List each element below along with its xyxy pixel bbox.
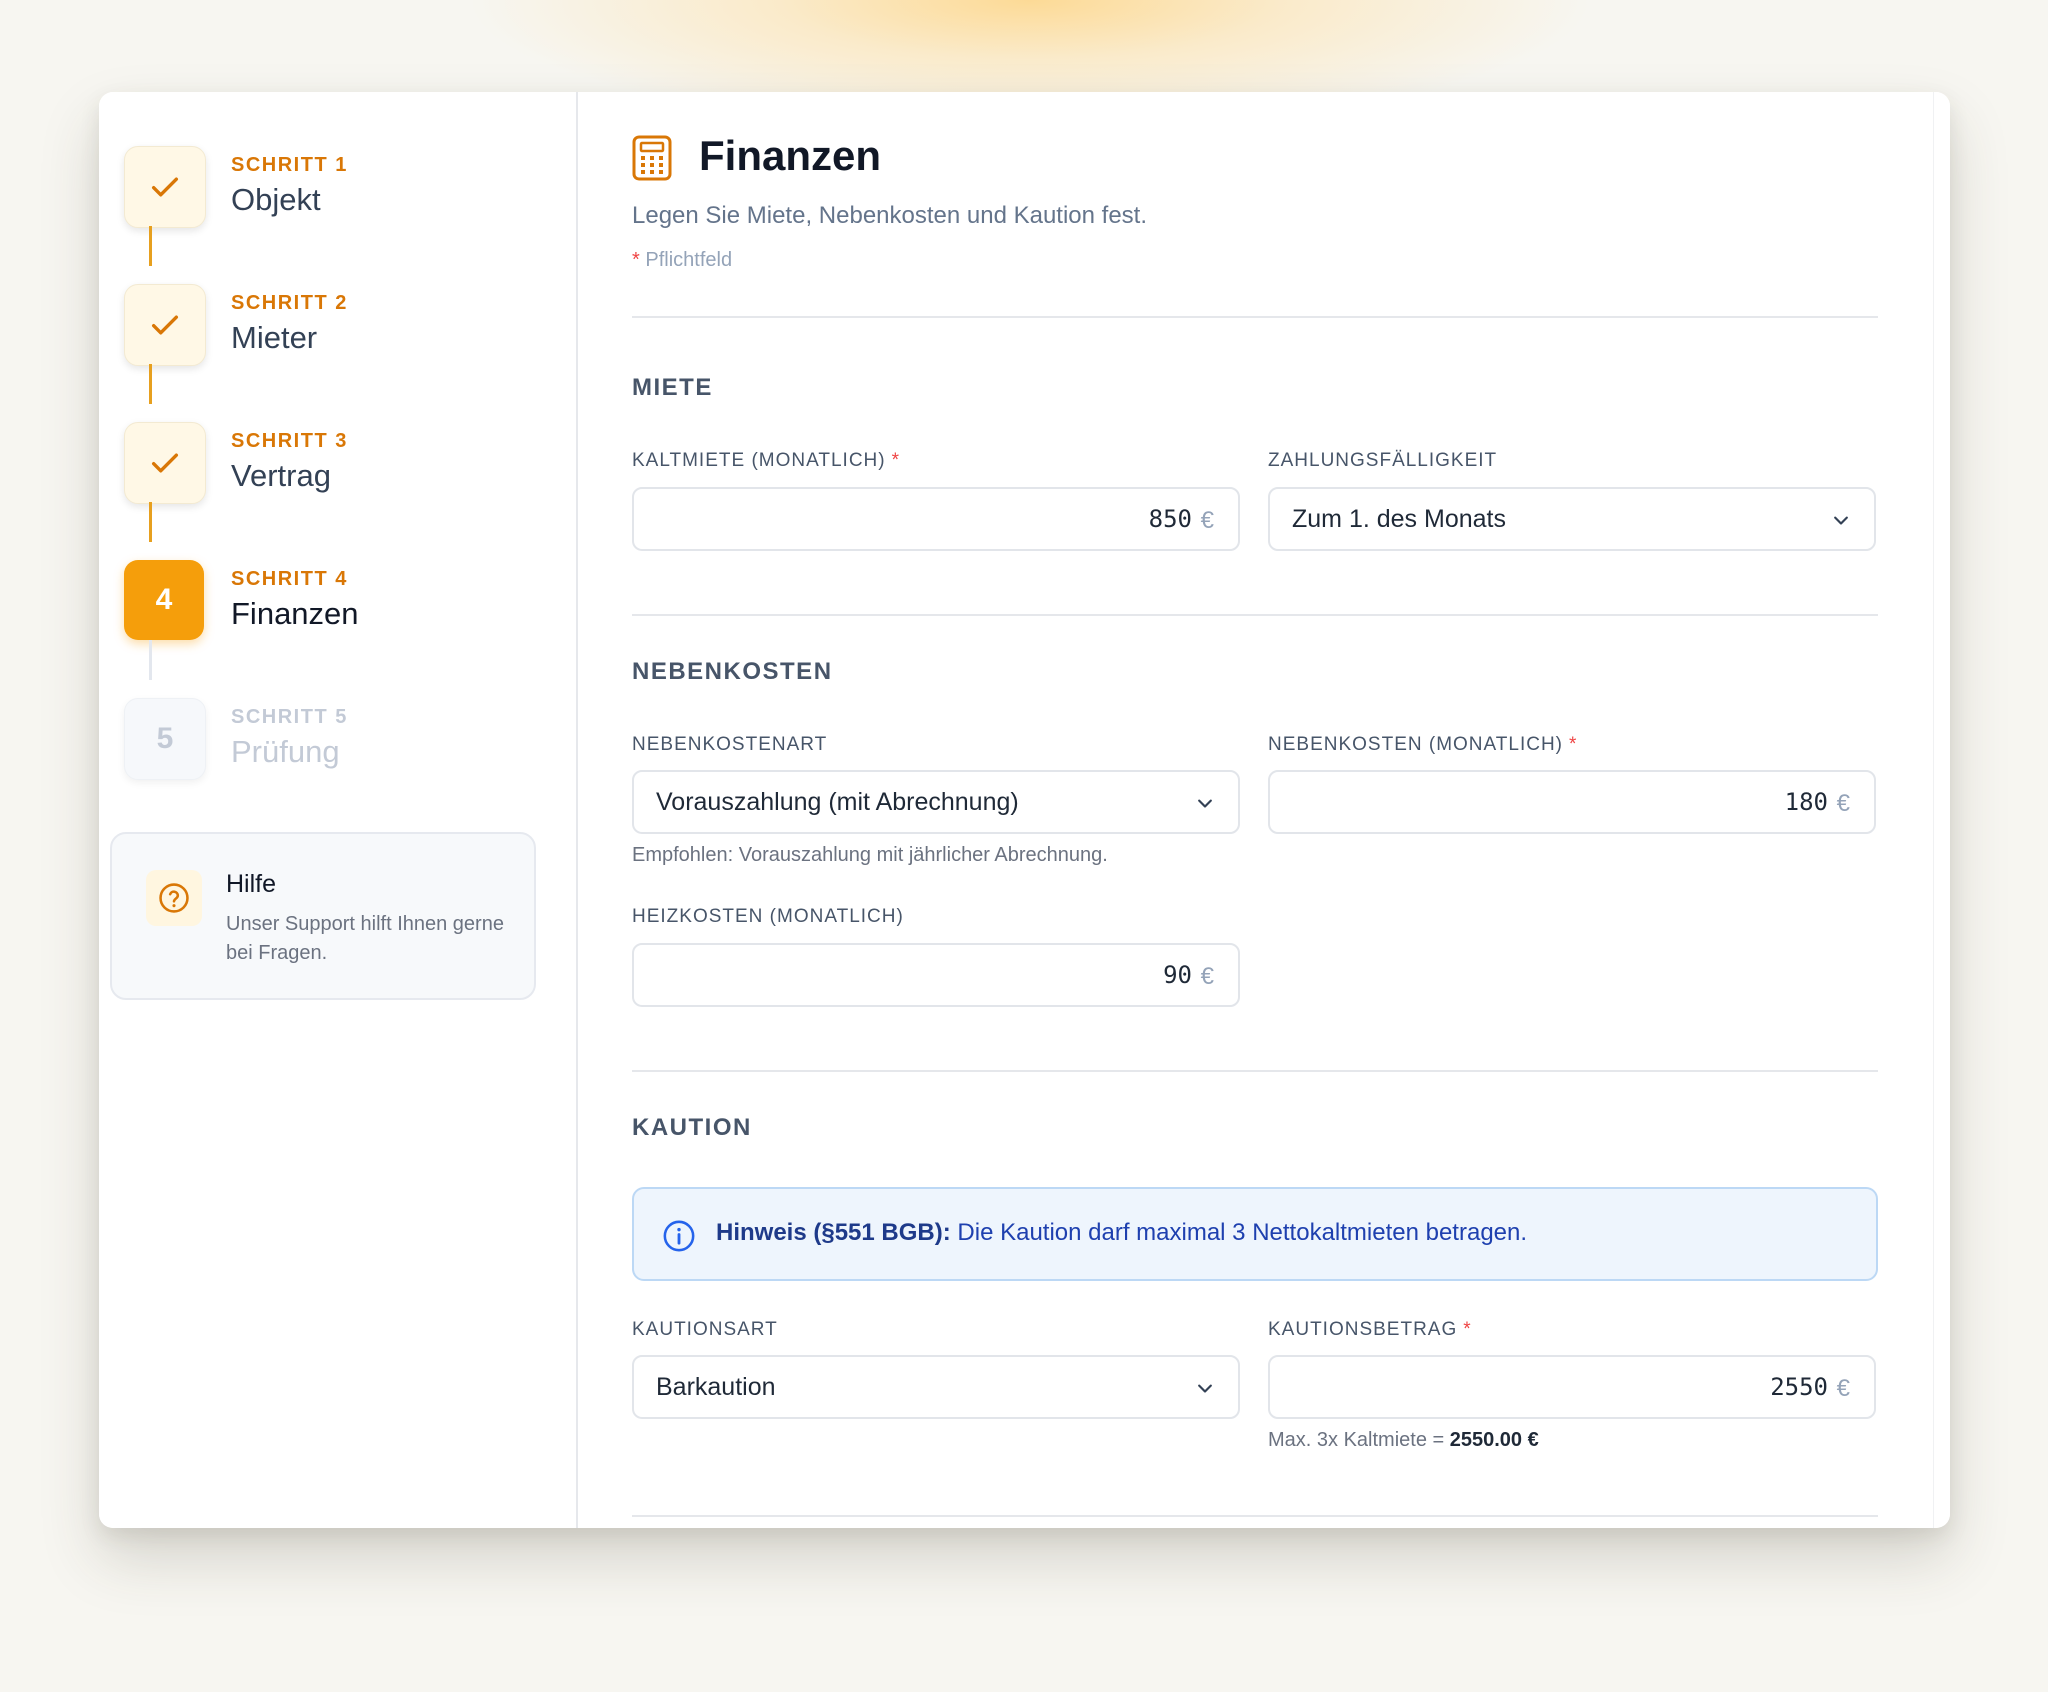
check-icon: [151, 177, 179, 197]
page-subtitle: Legen Sie Miete, Nebenkosten und Kaution…: [632, 202, 1148, 229]
kautionsbetrag-value: 2550: [1770, 1373, 1828, 1401]
kautionsbetrag-hint-value: 2550.00 €: [1449, 1429, 1539, 1451]
faelligkeit-value: Zum 1. des Monats: [1292, 505, 1506, 533]
notice-bold: Hinweis (§551 BGB):: [716, 1219, 951, 1246]
notice-text: Hinweis (§551 BGB): Die Kaution darf max…: [716, 1219, 1527, 1247]
required-star: *: [1569, 734, 1578, 755]
required-star: *: [632, 249, 640, 271]
kaltmiete-label-text: KALTMIETE (MONATLICH): [632, 450, 886, 471]
faelligkeit-select[interactable]: Zum 1. des Monats: [1268, 487, 1876, 551]
check-icon: [151, 315, 179, 335]
step-3-status: [124, 422, 206, 504]
nebenkostenart-hint: Empfohlen: Vorauszahlung mit jährlicher …: [632, 844, 1108, 866]
section-title-miete: MIETE: [632, 374, 713, 401]
step-sidebar: SCHRITT 1 Objekt SCHRITT 2 Mieter SCHRIT…: [99, 92, 578, 1528]
step-4-number: 4: [124, 560, 204, 640]
help-text: Unser Support hilft Ihnen gerne bei Frag…: [226, 913, 504, 964]
divider: [632, 1515, 1878, 1517]
kautionsbetrag-label-text: KAUTIONSBETRAG: [1268, 1319, 1458, 1340]
euro-icon: €: [1200, 963, 1214, 990]
step-4-kicker: SCHRITT 4: [231, 568, 348, 590]
section-title-nebenkosten: NEBENKOSTEN: [632, 658, 833, 685]
step-5: 5 SCHRITT 5 Prüfung: [124, 698, 524, 780]
step-4[interactable]: 4 SCHRITT 4 Finanzen: [124, 560, 524, 640]
euro-icon: €: [1836, 790, 1850, 817]
kaltmiete-value: 850: [1148, 505, 1192, 533]
kautionsbetrag-hint: Max. 3x Kaltmiete = 2550.00 €: [1268, 1429, 1539, 1452]
step-connector: [149, 226, 152, 266]
nebenkosten-monatlich-value: 180: [1784, 788, 1828, 816]
step-5-title: Prüfung: [231, 734, 340, 769]
step-5-kicker: SCHRITT 5: [231, 706, 348, 728]
notice-body: Die Kaution darf maximal 3 Nettokaltmiet…: [950, 1219, 1528, 1246]
euro-icon: €: [1836, 1375, 1850, 1402]
euro-icon: €: [1200, 507, 1214, 534]
step-3-title: Vertrag: [231, 458, 331, 493]
nebenkostenart-select[interactable]: Vorauszahlung (mit Abrechnung): [632, 770, 1240, 834]
kautionsart-value: Barkaution: [656, 1373, 776, 1401]
step-connector: [149, 364, 152, 404]
step-1[interactable]: SCHRITT 1 Objekt: [124, 146, 524, 228]
nebenkosten-monatlich-input[interactable]: 180 €: [1268, 770, 1876, 834]
section-title-kaution: KAUTION: [632, 1114, 752, 1141]
kaution-notice: Hinweis (§551 BGB): Die Kaution darf max…: [632, 1187, 1878, 1281]
step-4-title: Finanzen: [231, 596, 359, 631]
kaltmiete-input[interactable]: 850 €: [632, 487, 1240, 551]
step-1-status: [124, 146, 206, 228]
kautionsbetrag-label: KAUTIONSBETRAG *: [1268, 1319, 1472, 1341]
step-1-title: Objekt: [231, 182, 321, 217]
nebenkosten-monatlich-label: NEBENKOSTEN (MONATLICH) *: [1268, 734, 1577, 756]
kautionsart-label: KAUTIONSART: [632, 1319, 778, 1340]
help-title: Hilfe: [226, 870, 277, 898]
kautionsbetrag-input[interactable]: 2550 €: [1268, 1355, 1876, 1419]
nebenkostenart-label: NEBENKOSTENART: [632, 734, 828, 755]
required-star: *: [1463, 1319, 1472, 1340]
nebenkosten-monatlich-label-text: NEBENKOSTEN (MONATLICH): [1268, 734, 1564, 755]
step-1-kicker: SCHRITT 1: [231, 154, 348, 176]
divider: [632, 1070, 1878, 1072]
step-2-status: [124, 284, 206, 366]
required-star: *: [891, 450, 900, 471]
heizkosten-input[interactable]: 90 €: [632, 943, 1240, 1007]
main-content: Finanzen Legen Sie Miete, Nebenkosten un…: [632, 92, 1878, 1528]
info-icon: [663, 1220, 695, 1252]
help-box[interactable]: Hilfe Unser Support hilft Ihnen gerne be…: [110, 832, 536, 1000]
required-note: * Pflichtfeld: [632, 249, 732, 272]
step-3-kicker: SCHRITT 3: [231, 430, 348, 452]
kautionsbetrag-hint-prefix: Max. 3x Kaltmiete =: [1268, 1429, 1450, 1451]
divider: [632, 614, 1878, 616]
wizard-card: SCHRITT 1 Objekt SCHRITT 2 Mieter SCHRIT…: [99, 92, 1950, 1528]
faelligkeit-label: ZAHLUNGSFÄLLIGKEIT: [1268, 450, 1498, 471]
chevron-down-icon: [1198, 1384, 1212, 1393]
help-circle-icon: [146, 870, 202, 926]
page-title: Finanzen: [699, 132, 882, 179]
chevron-down-icon: [1834, 516, 1848, 525]
step-connector: [149, 502, 152, 542]
required-note-text: Pflichtfeld: [645, 249, 733, 271]
nebenkostenart-value: Vorauszahlung (mit Abrechnung): [656, 788, 1019, 816]
check-icon: [151, 453, 179, 473]
heizkosten-label: HEIZKOSTEN (MONATLICH): [632, 906, 904, 927]
step-2-kicker: SCHRITT 2: [231, 292, 348, 314]
step-5-number: 5: [124, 698, 206, 780]
scrollbar[interactable]: [1933, 92, 1950, 1528]
heizkosten-value: 90: [1163, 961, 1192, 989]
step-3[interactable]: SCHRITT 3 Vertrag: [124, 422, 524, 504]
kautionsart-select[interactable]: Barkaution: [632, 1355, 1240, 1419]
chevron-down-icon: [1198, 799, 1212, 808]
step-2[interactable]: SCHRITT 2 Mieter: [124, 284, 524, 366]
divider: [632, 316, 1878, 318]
step-connector: [149, 640, 152, 680]
calculator-icon: [632, 135, 672, 181]
kaltmiete-label: KALTMIETE (MONATLICH) *: [632, 450, 900, 472]
step-2-title: Mieter: [231, 320, 318, 355]
